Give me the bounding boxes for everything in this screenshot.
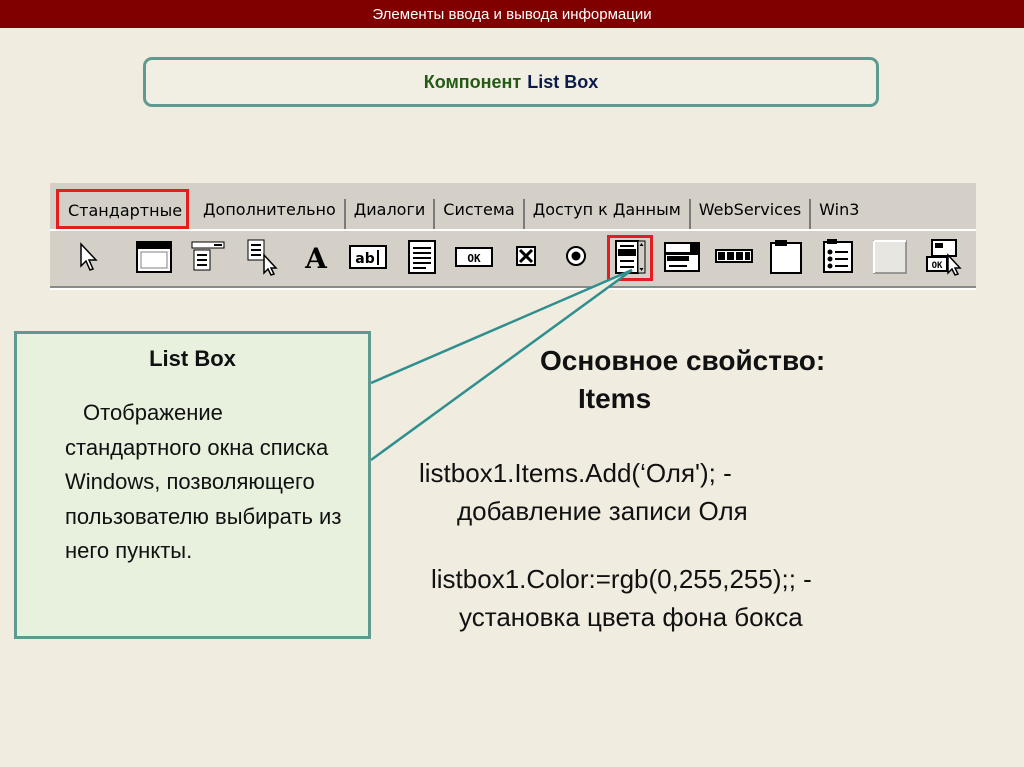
callout-description: Отображение стандартного окна списка Win…: [65, 400, 342, 563]
radiobutton-icon[interactable]: [556, 237, 596, 277]
svg-text:OK: OK: [932, 261, 943, 271]
listbox-highlight-frame: [607, 235, 653, 281]
palette-tool-row: A ab OK OK: [50, 233, 976, 287]
main-property-block: Основное свойство: Items: [540, 342, 825, 418]
palette-tabs: Стандартные Дополнительно Диалоги Систем…: [50, 183, 976, 229]
example-description: установка цвета фона бокса: [459, 602, 803, 632]
radiogroup-icon[interactable]: [818, 237, 858, 277]
tab-data-access[interactable]: Доступ к Данным: [525, 199, 691, 229]
listbox-callout: List Box Отображение стандартного окна с…: [14, 331, 371, 639]
edit-icon[interactable]: ab: [348, 237, 388, 277]
tab-divider: [50, 229, 976, 231]
svg-text:OK: OK: [467, 252, 481, 265]
main-property-heading: Основное свойство:: [540, 345, 826, 376]
frame-icon[interactable]: [134, 237, 174, 277]
example-items-add: listbox1.Items.Add(‘Оля'); - добавление …: [419, 454, 979, 530]
palette-bottom-border: [50, 286, 976, 290]
groupbox-icon[interactable]: [766, 237, 806, 277]
svg-text:A: A: [304, 242, 328, 275]
memo-icon[interactable]: [402, 237, 442, 277]
main-menu-icon[interactable]: [188, 237, 228, 277]
pointer-icon[interactable]: [68, 237, 108, 277]
slide-title-part2: List Box: [527, 71, 599, 92]
component-palette: Стандартные Дополнительно Диалоги Систем…: [50, 183, 976, 290]
example-color: listbox1.Color:=rgb(0,255,255);; - устан…: [421, 560, 981, 636]
button-icon[interactable]: OK: [454, 237, 494, 277]
popup-menu-icon[interactable]: [242, 237, 282, 277]
scrollbar-icon[interactable]: [714, 237, 754, 277]
main-property-value: Items: [578, 383, 652, 414]
actionlist-icon[interactable]: OK: [924, 237, 964, 277]
tab-webservices[interactable]: WebServices: [691, 199, 812, 229]
combobox-icon[interactable]: [662, 237, 702, 277]
slide-header: Элементы ввода и вывода информации: [0, 0, 1024, 28]
slide-title-part1: Компонент: [423, 71, 522, 92]
slide-title-box: Компонент List Box: [143, 57, 879, 107]
tab-standard[interactable]: Стандартные: [56, 189, 190, 229]
tab-win3[interactable]: Win3: [811, 199, 867, 229]
label-icon[interactable]: A: [296, 237, 336, 277]
tab-additional[interactable]: Дополнительно: [195, 199, 346, 229]
panel-icon[interactable]: [870, 237, 910, 277]
svg-text:ab: ab: [355, 251, 374, 267]
example-code: listbox1.Items.Add(‘Оля'); -: [419, 458, 732, 488]
example-code: listbox1.Color:=rgb(0,255,255);; -: [431, 564, 812, 594]
tab-dialogs[interactable]: Диалоги: [346, 199, 436, 229]
checkbox-icon[interactable]: [506, 237, 546, 277]
tab-system[interactable]: Система: [435, 199, 525, 229]
callout-title: List Box: [149, 346, 236, 371]
slide-header-title: Элементы ввода и вывода информации: [372, 5, 652, 23]
example-description: добавление записи Оля: [457, 496, 748, 526]
